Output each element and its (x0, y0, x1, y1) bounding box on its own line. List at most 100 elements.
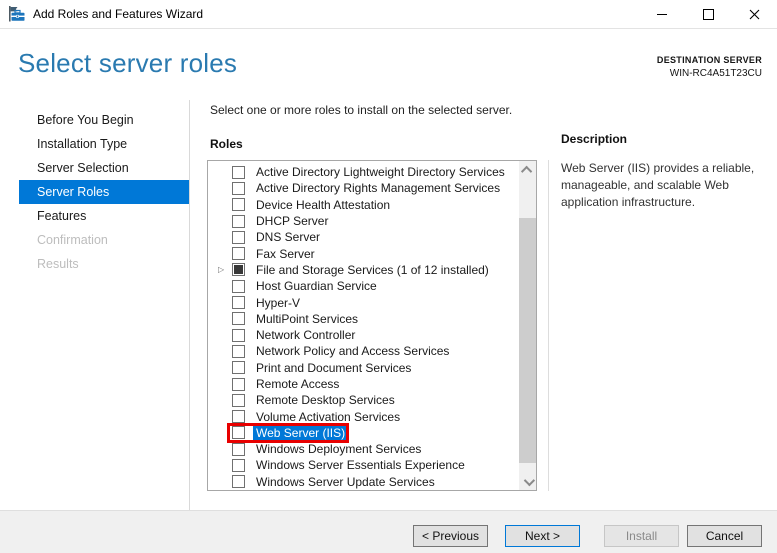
role-checkbox[interactable] (232, 344, 245, 358)
role-label: DHCP Server (256, 214, 329, 229)
destination-server-block: DESTINATION SERVER WIN-RC4A51T23CU (657, 55, 762, 79)
chevron-up-icon (520, 165, 532, 177)
sidebar-item-features[interactable]: Features (0, 204, 189, 228)
close-button[interactable] (731, 0, 777, 28)
role-label: Fax Server (256, 246, 315, 261)
description-panel: Description Web Server (IIS) provides a … (561, 132, 766, 211)
role-row-dns-server[interactable]: DNS Server (208, 229, 519, 245)
role-row-dhcp-server[interactable]: DHCP Server (208, 213, 519, 229)
next-button[interactable]: Next > (505, 525, 580, 547)
role-row-remote-access[interactable]: Remote Access (208, 376, 519, 392)
role-label: Network Controller (256, 328, 356, 343)
page-title: Select server roles (18, 48, 238, 78)
sidebar-item-server-selection[interactable]: Server Selection (0, 156, 189, 180)
previous-button[interactable]: < Previous (413, 525, 488, 547)
role-row-remote-desktop-services[interactable]: Remote Desktop Services (208, 392, 519, 408)
role-checkbox[interactable] (232, 475, 245, 489)
role-label: Host Guardian Service (256, 279, 377, 294)
role-checkbox[interactable] (232, 410, 245, 424)
role-checkbox[interactable] (232, 296, 245, 310)
role-row-windows-deployment-services[interactable]: Windows Deployment Services (208, 441, 519, 457)
destination-server-name: WIN-RC4A51T23CU (669, 68, 762, 79)
window-controls (639, 0, 777, 28)
role-checkbox[interactable] (232, 263, 245, 277)
role-label: Hyper-V (256, 295, 301, 310)
role-checkbox[interactable] (232, 230, 245, 244)
role-label: Web Server (IIS) (253, 425, 349, 440)
sidebar-item-results: Results (37, 257, 79, 271)
role-row-active-directory-lightweight-directory-services[interactable]: Active Directory Lightweight Directory S… (208, 164, 519, 180)
role-checkbox[interactable] (232, 328, 245, 342)
role-row-print-and-document-services[interactable]: Print and Document Services (208, 360, 519, 376)
title-bar: Add Roles and Features Wizard (0, 0, 777, 29)
scrollbar-down-button[interactable] (519, 473, 536, 490)
role-checkbox[interactable] (232, 165, 245, 179)
role-row-windows-server-update-services[interactable]: Windows Server Update Services (208, 474, 519, 490)
role-checkbox[interactable] (232, 247, 245, 261)
role-row-multipoint-services[interactable]: MultiPoint Services (208, 311, 519, 327)
role-label: Windows Deployment Services (256, 442, 422, 457)
maximize-icon (702, 8, 714, 20)
role-checkbox[interactable] (232, 181, 245, 195)
roles-scrollbar[interactable] (519, 161, 536, 490)
description-divider (548, 160, 549, 491)
roles-list-label: Roles (210, 137, 243, 151)
install-button: Install (604, 525, 679, 547)
minimize-button[interactable] (639, 0, 685, 28)
role-checkbox[interactable] (232, 393, 245, 407)
scrollbar-up-button[interactable] (519, 161, 536, 178)
scrollbar-thumb[interactable] (519, 218, 536, 463)
destination-server-label: DESTINATION SERVER (656, 55, 762, 65)
role-row-network-controller[interactable]: Network Controller (208, 327, 519, 343)
role-checkbox[interactable] (232, 312, 245, 326)
role-checkbox[interactable] (232, 198, 245, 212)
role-label: MultiPoint Services (256, 311, 359, 326)
role-row-active-directory-rights-management-services[interactable]: Active Directory Rights Management Servi… (208, 180, 519, 196)
sidebar-item-server-roles[interactable]: Server Roles (19, 180, 189, 204)
chevron-down-icon (523, 474, 535, 486)
roles-listbox: Active Directory Lightweight Directory S… (207, 160, 537, 491)
window-title: Add Roles and Features Wizard (33, 7, 204, 21)
role-row-device-health-attestation[interactable]: Device Health Attestation (208, 197, 519, 213)
sidebar-item-confirmation: Confirmation (37, 233, 108, 247)
role-label: Remote Desktop Services (256, 393, 395, 408)
minimize-icon (657, 13, 667, 15)
role-label: Windows Server Update Services (256, 474, 435, 489)
role-label: Active Directory Lightweight Directory S… (256, 165, 505, 180)
role-label: Device Health Attestation (256, 197, 391, 212)
checkbox-partial-fill (234, 265, 243, 275)
cancel-button[interactable]: Cancel (687, 525, 762, 547)
wizard-steps-sidebar: Before You Begin Installation Type Server … (0, 100, 190, 510)
role-label: Print and Document Services (256, 360, 412, 375)
role-row-file-and-storage-services-1-of-12-installed[interactable]: ▷ File and Storage Services (1 of 12 inst… (208, 262, 519, 278)
description-title: Description (561, 132, 628, 146)
role-label: Remote Access (256, 377, 340, 391)
role-checkbox[interactable] (232, 361, 245, 375)
role-checkbox[interactable] (232, 279, 245, 293)
role-checkbox[interactable] (232, 442, 245, 456)
role-row-web-server-iis[interactable]: Web Server (IIS) (208, 422, 519, 443)
instruction-text: Select one or more roles to install on t… (210, 103, 513, 117)
expand-arrow-icon[interactable]: ▷ (218, 265, 232, 274)
role-label: File and Storage Services (1 of 12 insta… (256, 262, 489, 277)
role-row-windows-server-essentials-experience[interactable]: Windows Server Essentials Experience (208, 457, 519, 473)
role-checkbox[interactable] (232, 458, 245, 472)
sidebar-item-before-you-begin[interactable]: Before You Begin (0, 108, 189, 132)
roles-rows: Active Directory Lightweight Directory S… (208, 164, 519, 490)
role-checkbox[interactable] (232, 426, 245, 440)
role-checkbox[interactable] (232, 377, 245, 391)
description-text: Web Server (IIS) provides a reliable, ma… (561, 161, 755, 209)
role-label: Network Policy and Access Services (256, 344, 450, 359)
role-row-volume-activation-services[interactable]: Volume Activation Services (208, 408, 519, 424)
role-row-fax-server[interactable]: Fax Server (208, 245, 519, 261)
role-row-host-guardian-service[interactable]: Host Guardian Service (208, 278, 519, 294)
maximize-button[interactable] (685, 0, 731, 28)
role-label: Volume Activation Services (256, 409, 401, 424)
role-checkbox[interactable] (232, 214, 245, 228)
role-row-network-policy-and-access-services[interactable]: Network Policy and Access Services (208, 343, 519, 359)
role-label: Active Directory Rights Management Servi… (256, 181, 501, 196)
wizard-app-icon (8, 6, 25, 22)
sidebar-item-installation-type[interactable]: Installation Type (0, 132, 189, 156)
footer-button-bar: < Previous Next > Install Cancel (0, 510, 777, 553)
role-row-hyper-v[interactable]: Hyper-V (208, 294, 519, 310)
